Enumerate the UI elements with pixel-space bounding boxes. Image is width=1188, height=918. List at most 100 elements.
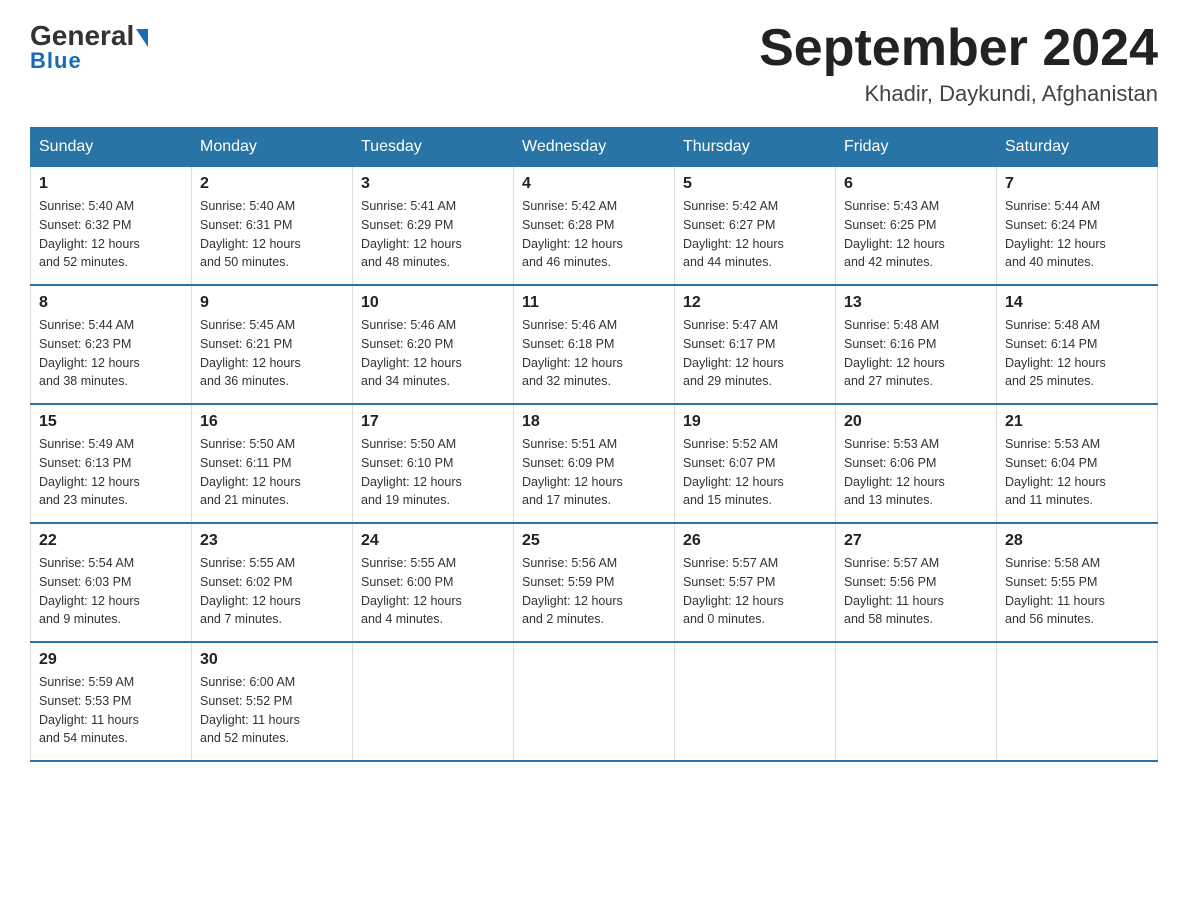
calendar-cell: 4 Sunrise: 5:42 AMSunset: 6:28 PMDayligh… bbox=[514, 167, 675, 286]
calendar-cell: 3 Sunrise: 5:41 AMSunset: 6:29 PMDayligh… bbox=[353, 167, 514, 286]
day-info: Sunrise: 5:47 AMSunset: 6:17 PMDaylight:… bbox=[683, 318, 784, 388]
calendar-cell: 1 Sunrise: 5:40 AMSunset: 6:32 PMDayligh… bbox=[31, 167, 192, 286]
day-info: Sunrise: 5:44 AMSunset: 6:23 PMDaylight:… bbox=[39, 318, 140, 388]
day-info: Sunrise: 5:57 AMSunset: 5:56 PMDaylight:… bbox=[844, 556, 944, 626]
page-header: General Blue September 2024 Khadir, Dayk… bbox=[30, 20, 1158, 107]
day-info: Sunrise: 5:58 AMSunset: 5:55 PMDaylight:… bbox=[1005, 556, 1105, 626]
calendar-cell: 21 Sunrise: 5:53 AMSunset: 6:04 PMDaylig… bbox=[997, 404, 1158, 523]
calendar-cell: 25 Sunrise: 5:56 AMSunset: 5:59 PMDaylig… bbox=[514, 523, 675, 642]
title-section: September 2024 Khadir, Daykundi, Afghani… bbox=[759, 20, 1158, 107]
day-number: 4 bbox=[522, 175, 666, 193]
calendar-cell: 8 Sunrise: 5:44 AMSunset: 6:23 PMDayligh… bbox=[31, 285, 192, 404]
day-info: Sunrise: 5:46 AMSunset: 6:20 PMDaylight:… bbox=[361, 318, 462, 388]
day-number: 11 bbox=[522, 294, 666, 312]
day-number: 16 bbox=[200, 413, 344, 431]
day-number: 23 bbox=[200, 532, 344, 550]
day-info: Sunrise: 5:40 AMSunset: 6:31 PMDaylight:… bbox=[200, 199, 301, 269]
day-number: 7 bbox=[1005, 175, 1149, 193]
day-number: 5 bbox=[683, 175, 827, 193]
day-number: 9 bbox=[200, 294, 344, 312]
calendar-cell: 10 Sunrise: 5:46 AMSunset: 6:20 PMDaylig… bbox=[353, 285, 514, 404]
day-info: Sunrise: 5:57 AMSunset: 5:57 PMDaylight:… bbox=[683, 556, 784, 626]
day-info: Sunrise: 5:53 AMSunset: 6:06 PMDaylight:… bbox=[844, 437, 945, 507]
logo-blue: Blue bbox=[30, 48, 82, 74]
day-number: 25 bbox=[522, 532, 666, 550]
day-info: Sunrise: 5:49 AMSunset: 6:13 PMDaylight:… bbox=[39, 437, 140, 507]
calendar-cell: 28 Sunrise: 5:58 AMSunset: 5:55 PMDaylig… bbox=[997, 523, 1158, 642]
day-number: 26 bbox=[683, 532, 827, 550]
day-info: Sunrise: 5:40 AMSunset: 6:32 PMDaylight:… bbox=[39, 199, 140, 269]
calendar-cell bbox=[353, 642, 514, 761]
day-info: Sunrise: 5:55 AMSunset: 6:02 PMDaylight:… bbox=[200, 556, 301, 626]
day-number: 30 bbox=[200, 651, 344, 669]
calendar-cell: 14 Sunrise: 5:48 AMSunset: 6:14 PMDaylig… bbox=[997, 285, 1158, 404]
day-number: 22 bbox=[39, 532, 183, 550]
header-saturday: Saturday bbox=[997, 128, 1158, 167]
calendar-cell bbox=[997, 642, 1158, 761]
calendar-cell bbox=[675, 642, 836, 761]
calendar-cell: 19 Sunrise: 5:52 AMSunset: 6:07 PMDaylig… bbox=[675, 404, 836, 523]
day-info: Sunrise: 5:53 AMSunset: 6:04 PMDaylight:… bbox=[1005, 437, 1106, 507]
day-number: 18 bbox=[522, 413, 666, 431]
day-info: Sunrise: 5:55 AMSunset: 6:00 PMDaylight:… bbox=[361, 556, 462, 626]
day-number: 8 bbox=[39, 294, 183, 312]
day-number: 12 bbox=[683, 294, 827, 312]
week-row-5: 29 Sunrise: 5:59 AMSunset: 5:53 PMDaylig… bbox=[31, 642, 1158, 761]
day-info: Sunrise: 5:41 AMSunset: 6:29 PMDaylight:… bbox=[361, 199, 462, 269]
calendar-cell: 26 Sunrise: 5:57 AMSunset: 5:57 PMDaylig… bbox=[675, 523, 836, 642]
calendar-cell: 17 Sunrise: 5:50 AMSunset: 6:10 PMDaylig… bbox=[353, 404, 514, 523]
day-info: Sunrise: 5:50 AMSunset: 6:11 PMDaylight:… bbox=[200, 437, 301, 507]
calendar-cell: 20 Sunrise: 5:53 AMSunset: 6:06 PMDaylig… bbox=[836, 404, 997, 523]
day-info: Sunrise: 5:50 AMSunset: 6:10 PMDaylight:… bbox=[361, 437, 462, 507]
day-info: Sunrise: 5:43 AMSunset: 6:25 PMDaylight:… bbox=[844, 199, 945, 269]
day-number: 15 bbox=[39, 413, 183, 431]
calendar-table: SundayMondayTuesdayWednesdayThursdayFrid… bbox=[30, 127, 1158, 762]
calendar-cell: 12 Sunrise: 5:47 AMSunset: 6:17 PMDaylig… bbox=[675, 285, 836, 404]
day-info: Sunrise: 5:56 AMSunset: 5:59 PMDaylight:… bbox=[522, 556, 623, 626]
day-info: Sunrise: 5:42 AMSunset: 6:27 PMDaylight:… bbox=[683, 199, 784, 269]
day-number: 13 bbox=[844, 294, 988, 312]
calendar-cell bbox=[836, 642, 997, 761]
header-monday: Monday bbox=[192, 128, 353, 167]
day-number: 20 bbox=[844, 413, 988, 431]
calendar-cell: 16 Sunrise: 5:50 AMSunset: 6:11 PMDaylig… bbox=[192, 404, 353, 523]
day-number: 14 bbox=[1005, 294, 1149, 312]
day-number: 2 bbox=[200, 175, 344, 193]
calendar-header-row: SundayMondayTuesdayWednesdayThursdayFrid… bbox=[31, 128, 1158, 167]
calendar-cell: 11 Sunrise: 5:46 AMSunset: 6:18 PMDaylig… bbox=[514, 285, 675, 404]
calendar-cell: 24 Sunrise: 5:55 AMSunset: 6:00 PMDaylig… bbox=[353, 523, 514, 642]
header-tuesday: Tuesday bbox=[353, 128, 514, 167]
month-year-title: September 2024 bbox=[759, 20, 1158, 77]
calendar-cell: 23 Sunrise: 5:55 AMSunset: 6:02 PMDaylig… bbox=[192, 523, 353, 642]
day-number: 19 bbox=[683, 413, 827, 431]
day-info: Sunrise: 5:48 AMSunset: 6:16 PMDaylight:… bbox=[844, 318, 945, 388]
day-info: Sunrise: 5:46 AMSunset: 6:18 PMDaylight:… bbox=[522, 318, 623, 388]
calendar-cell: 30 Sunrise: 6:00 AMSunset: 5:52 PMDaylig… bbox=[192, 642, 353, 761]
calendar-cell: 2 Sunrise: 5:40 AMSunset: 6:31 PMDayligh… bbox=[192, 167, 353, 286]
day-info: Sunrise: 5:59 AMSunset: 5:53 PMDaylight:… bbox=[39, 675, 139, 745]
location-title: Khadir, Daykundi, Afghanistan bbox=[759, 81, 1158, 107]
day-info: Sunrise: 5:51 AMSunset: 6:09 PMDaylight:… bbox=[522, 437, 623, 507]
calendar-cell: 9 Sunrise: 5:45 AMSunset: 6:21 PMDayligh… bbox=[192, 285, 353, 404]
day-number: 10 bbox=[361, 294, 505, 312]
header-friday: Friday bbox=[836, 128, 997, 167]
day-number: 17 bbox=[361, 413, 505, 431]
day-info: Sunrise: 5:52 AMSunset: 6:07 PMDaylight:… bbox=[683, 437, 784, 507]
logo-arrow-icon bbox=[136, 29, 148, 47]
day-number: 3 bbox=[361, 175, 505, 193]
week-row-1: 1 Sunrise: 5:40 AMSunset: 6:32 PMDayligh… bbox=[31, 167, 1158, 286]
header-sunday: Sunday bbox=[31, 128, 192, 167]
week-row-3: 15 Sunrise: 5:49 AMSunset: 6:13 PMDaylig… bbox=[31, 404, 1158, 523]
day-info: Sunrise: 5:42 AMSunset: 6:28 PMDaylight:… bbox=[522, 199, 623, 269]
week-row-4: 22 Sunrise: 5:54 AMSunset: 6:03 PMDaylig… bbox=[31, 523, 1158, 642]
day-number: 27 bbox=[844, 532, 988, 550]
calendar-cell: 13 Sunrise: 5:48 AMSunset: 6:16 PMDaylig… bbox=[836, 285, 997, 404]
day-number: 1 bbox=[39, 175, 183, 193]
day-number: 21 bbox=[1005, 413, 1149, 431]
day-info: Sunrise: 6:00 AMSunset: 5:52 PMDaylight:… bbox=[200, 675, 300, 745]
day-info: Sunrise: 5:54 AMSunset: 6:03 PMDaylight:… bbox=[39, 556, 140, 626]
day-number: 29 bbox=[39, 651, 183, 669]
calendar-cell: 7 Sunrise: 5:44 AMSunset: 6:24 PMDayligh… bbox=[997, 167, 1158, 286]
logo: General Blue bbox=[30, 20, 148, 74]
header-wednesday: Wednesday bbox=[514, 128, 675, 167]
